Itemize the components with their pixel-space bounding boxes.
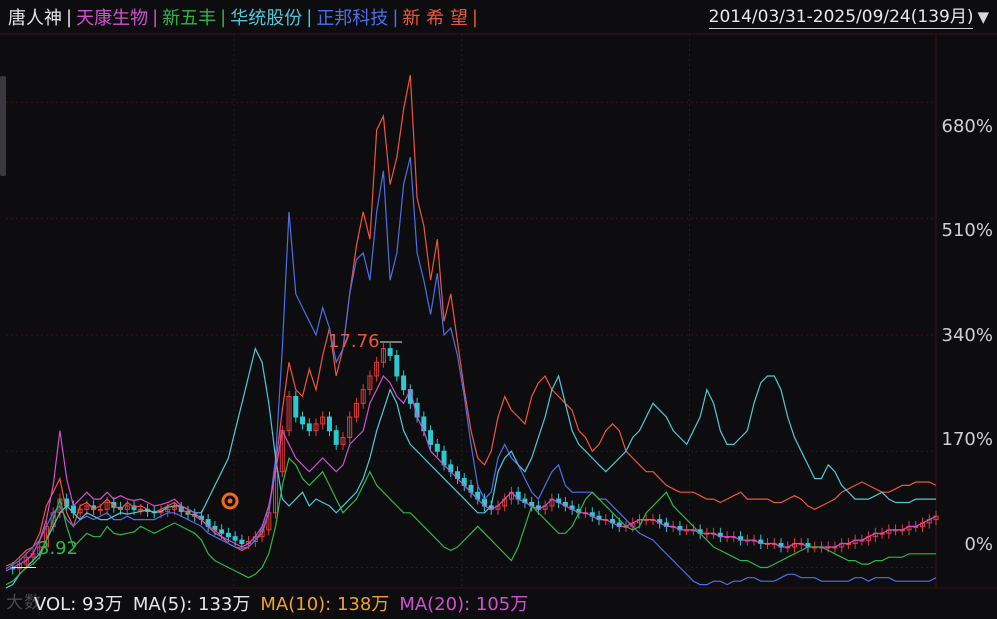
y-tick-label: 0% (964, 534, 993, 555)
y-tick-label: 340% (941, 325, 993, 346)
ma10-label: MA(10): 138万 (260, 594, 390, 615)
vol-label: VOL: 93万 (34, 594, 123, 615)
candle-body (239, 539, 245, 545)
candle-body (434, 443, 440, 452)
candle-body (401, 375, 407, 391)
ma5-label: MA(5): 133万 (132, 594, 251, 615)
chart-window: 唐人神 | 天康生物 | 新五丰 | 华统股份 | 正邦科技 | 新 希 望 | 2014/03/31… (0, 0, 997, 619)
candle-body (225, 532, 231, 538)
event-marker-dot (227, 498, 233, 504)
candle-body (219, 529, 225, 534)
series-line (5, 156, 937, 586)
candle-body (97, 508, 103, 511)
series-line (5, 456, 936, 586)
series-line (5, 346, 936, 589)
start-value-label: 3.92 (38, 538, 79, 559)
candle-body (333, 430, 339, 445)
volume-bar: VOL: 93万 MA(5): 133万 MA(10): 138万 MA(20)… (34, 590, 528, 616)
candle-body (138, 508, 144, 511)
y-tick-label: 680% (941, 116, 993, 137)
peak-value-label: 17.76 (328, 331, 380, 352)
candle-body (428, 430, 434, 445)
plot-area (0, 33, 997, 589)
y-tick-label: 170% (941, 429, 993, 450)
candle-body (326, 416, 332, 432)
y-tick-label: 510% (941, 220, 993, 241)
ma20-label: MA(20): 105万 (399, 594, 529, 615)
candle-body (394, 354, 400, 377)
candle-body (387, 348, 393, 356)
series-line (5, 374, 937, 572)
candle-body (232, 536, 238, 541)
candle-body (306, 423, 312, 432)
candle-body (300, 416, 306, 425)
candle-body (293, 395, 299, 418)
